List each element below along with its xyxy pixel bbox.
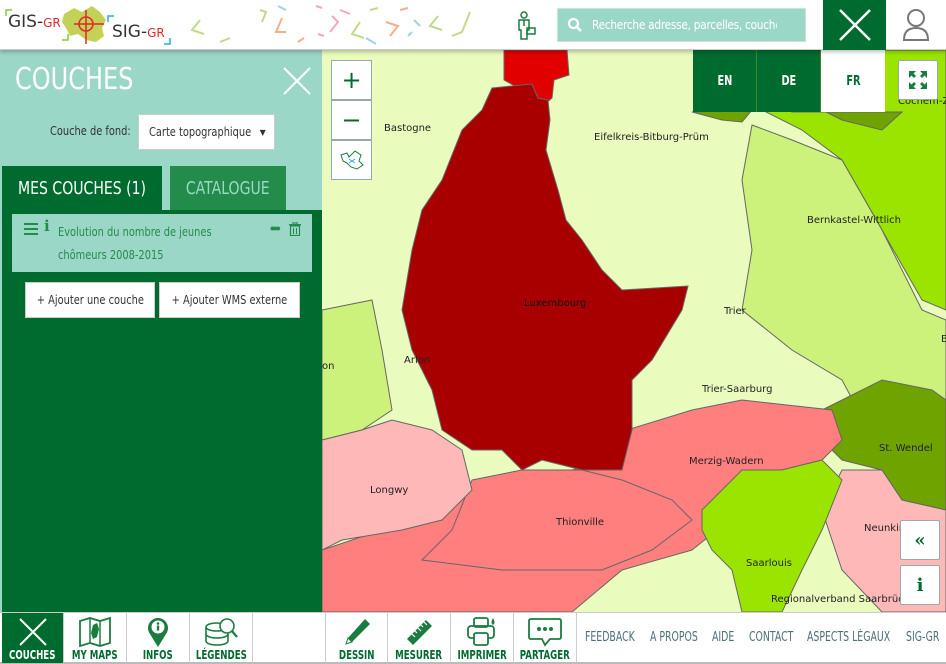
close-icon xyxy=(838,9,871,41)
tool-mymaps-button[interactable]: MY MAPS xyxy=(64,613,127,663)
footer-link-apropos[interactable]: A PROPOS xyxy=(650,630,698,645)
search-input[interactable] xyxy=(592,18,777,32)
layer-title: Evolution du nombre de jeunes chômeurs 2… xyxy=(58,225,212,262)
database-search-icon xyxy=(204,616,238,648)
lang-de-button[interactable]: DE xyxy=(757,50,821,112)
tab-my-layers[interactable]: MES COUCHES (1) xyxy=(2,166,162,210)
tool-couches-button[interactable]: COUCHES xyxy=(2,613,64,663)
tool-label: LÉGENDES xyxy=(195,648,247,662)
user-icon xyxy=(902,9,930,41)
header: GIS-GR SIG-GR xyxy=(0,0,946,50)
region-outline-icon xyxy=(339,150,364,170)
map-label-longwy: Longwy xyxy=(370,485,409,496)
footer-link-contact[interactable]: CONTACT xyxy=(749,630,793,645)
tool-dessin-button[interactable]: DESSIN xyxy=(325,613,388,663)
map-label-merzig: Merzig-Wadern xyxy=(689,456,764,467)
layer-item[interactable]: i Evolution du nombre de jeunes chômeurs… xyxy=(12,214,312,272)
lang-fr-button[interactable]: FR xyxy=(821,50,885,112)
info-icon: i xyxy=(916,574,924,596)
map-label-luxembourg: Luxembourg xyxy=(524,298,587,309)
tool-label: IMPRIMER xyxy=(457,648,507,662)
tool-mesurer-button[interactable]: MESURER xyxy=(388,613,451,663)
map-label-arlon: Arlon xyxy=(404,355,431,366)
business-person-icon[interactable] xyxy=(515,10,537,40)
printer-icon xyxy=(466,616,498,648)
map-label-st-wendel: St. Wendel xyxy=(879,443,933,454)
footer-link-siggr[interactable]: SIG-GR xyxy=(906,630,939,645)
info-button[interactable]: i xyxy=(900,565,940,605)
panel-tabs: MES COUCHES (1) CATALOGUE xyxy=(2,166,322,210)
footer-toolbar: COUCHES MY MAPS INFOS LÉGENDES DESSIN ME… xyxy=(0,612,946,664)
lang-en-button[interactable]: EN xyxy=(693,50,757,112)
tool-label: DESSIN xyxy=(338,648,375,662)
close-panel-button[interactable] xyxy=(823,0,886,50)
double-chevron-left-icon: « xyxy=(914,529,926,551)
background-layer-value: Carte topographique xyxy=(149,125,252,139)
add-layer-button[interactable]: + Ajouter une couche xyxy=(25,282,155,318)
background-layer-select[interactable]: Carte topographique ▼ xyxy=(138,114,275,150)
add-wms-button[interactable]: + Ajouter WMS externe xyxy=(159,282,300,318)
trash-icon[interactable] xyxy=(289,221,301,241)
close-icon xyxy=(283,67,311,95)
map-label-b: B xyxy=(941,334,946,345)
zoom-out-button[interactable]: − xyxy=(331,100,372,140)
pencil-icon xyxy=(343,616,371,648)
tool-label: PARTAGER xyxy=(519,648,571,662)
close-icon xyxy=(18,616,48,648)
fullscreen-button[interactable] xyxy=(898,60,938,100)
map-label-neunkirchen: Neunkir xyxy=(864,523,903,534)
footer-link-legal[interactable]: ASPECTS LÉGAUX xyxy=(807,630,890,645)
drag-handle-icon[interactable] xyxy=(24,222,38,240)
layers-panel: COUCHES Couche de fond: Carte topographi… xyxy=(0,50,322,612)
search-icon xyxy=(558,17,592,33)
tool-infos-button[interactable]: INFOS xyxy=(127,613,190,663)
tool-legendes-button[interactable]: LÉGENDES xyxy=(190,613,253,663)
map-label-trier-saarburg: Trier-Saarburg xyxy=(702,384,773,395)
map-label-thionville: Thionville xyxy=(556,517,605,528)
map-view[interactable]: Bastogne Eifelkreis-Bitburg-Prüm Cochem-… xyxy=(322,50,946,612)
info-pin-icon xyxy=(146,616,170,648)
tool-label: MY MAPS xyxy=(72,648,118,662)
collapse-sidebar-button[interactable]: « xyxy=(900,520,940,560)
logo-sig: SIG-GR xyxy=(112,22,165,42)
user-button[interactable] xyxy=(886,0,946,50)
map-label-bernkastel: Bernkastel-Wittlich xyxy=(807,215,901,226)
footer-link-feedback[interactable]: FEEDBACK xyxy=(585,630,635,645)
background-layer-label: Couche de fond: xyxy=(50,124,131,138)
tool-label: INFOS xyxy=(143,648,173,662)
folded-map-icon xyxy=(79,616,111,648)
more-options-icon[interactable]: ••• xyxy=(270,220,281,236)
language-switcher: EN DE FR xyxy=(693,50,885,112)
panel-title: COUCHES xyxy=(15,62,134,97)
zoom-in-button[interactable]: + xyxy=(331,60,372,100)
tool-label: COUCHES xyxy=(9,648,56,662)
tool-label: MESURER xyxy=(395,648,443,662)
search-bar[interactable] xyxy=(557,8,806,42)
layer-info-icon[interactable]: i xyxy=(44,217,50,235)
logo[interactable]: GIS-GR SIG-GR xyxy=(4,4,174,46)
tool-partager-button[interactable]: PARTAGER xyxy=(514,613,577,663)
map-label-bastogne: Bastogne xyxy=(384,123,432,134)
map-label-saarlouis: Saarlouis xyxy=(746,558,792,569)
chat-bubble-icon xyxy=(528,616,562,648)
map-label-trier: Trier xyxy=(724,306,746,317)
header-decoration xyxy=(190,5,471,45)
caret-down-icon: ▼ xyxy=(259,127,266,137)
footer-link-aide[interactable]: AIDE xyxy=(712,630,734,645)
map-label-on: on xyxy=(322,361,335,372)
logo-gis: GIS-GR xyxy=(8,12,61,32)
tab-catalogue[interactable]: CATALOGUE xyxy=(170,166,286,210)
tool-imprimer-button[interactable]: IMPRIMER xyxy=(451,613,514,663)
panel-close-button[interactable] xyxy=(282,66,312,96)
expand-icon xyxy=(909,71,927,89)
map-label-eifel: Eifelkreis-Bitburg-Prüm xyxy=(594,132,709,143)
ruler-icon xyxy=(404,616,434,648)
map-label-saarbruecken: Regionalverband Saarbrüc xyxy=(771,594,904,605)
zoom-to-extent-button[interactable] xyxy=(331,140,372,180)
